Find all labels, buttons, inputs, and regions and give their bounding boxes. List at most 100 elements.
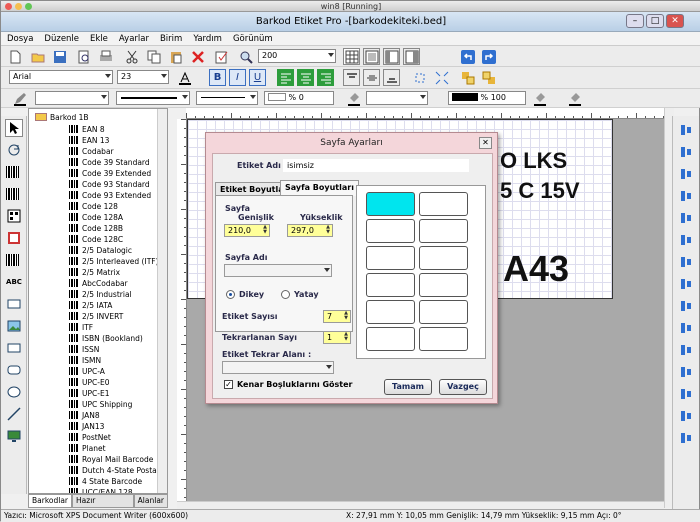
copy-icon[interactable] <box>145 48 162 65</box>
bg-bucket-icon[interactable] <box>531 90 548 107</box>
close-button[interactable]: ✕ <box>666 14 684 28</box>
redo-icon[interactable] <box>480 48 497 65</box>
align-tool-icon[interactable] <box>677 209 695 227</box>
tree-item[interactable]: UCC/EAN 128 <box>69 487 133 493</box>
zoom-dot-icon[interactable] <box>25 3 32 10</box>
view-mode-4-icon[interactable] <box>403 48 420 65</box>
zoom-icon[interactable] <box>237 48 254 65</box>
label-cell[interactable] <box>366 219 415 243</box>
close-dot-icon[interactable] <box>5 3 12 10</box>
align-tool-icon[interactable] <box>677 385 695 403</box>
align-tool-icon[interactable] <box>677 363 695 381</box>
italic-button[interactable]: I <box>229 69 246 86</box>
label-cell[interactable] <box>419 219 468 243</box>
menu-ekle[interactable]: Ekle <box>90 32 108 45</box>
datamatrix-tool-icon[interactable] <box>5 229 23 247</box>
align-tool-icon[interactable] <box>677 407 695 425</box>
align-tool-icon[interactable] <box>677 341 695 359</box>
menu-birim[interactable]: Birim <box>160 32 182 45</box>
print-icon[interactable] <box>97 48 114 65</box>
new-file-icon[interactable] <box>6 48 23 65</box>
align-tool-icon[interactable] <box>677 165 695 183</box>
menu-gorunum[interactable]: Görünüm <box>233 32 273 45</box>
align-tool-icon[interactable] <box>677 275 695 293</box>
text-tool-icon[interactable]: ABC <box>5 273 23 291</box>
tab-barkodlar[interactable]: Barkodlar <box>28 494 73 508</box>
align-tool-icon[interactable] <box>677 121 695 139</box>
align-tool-icon[interactable] <box>677 143 695 161</box>
pointer-tool-icon[interactable] <box>5 119 23 137</box>
menu-ayarlar[interactable]: Ayarlar <box>119 32 149 45</box>
repeat-input[interactable]: 1 ▲ ▼ <box>323 331 351 344</box>
label-cell[interactable] <box>366 246 415 270</box>
align-tool-icon[interactable] <box>677 187 695 205</box>
valign-middle-icon[interactable] <box>363 69 380 86</box>
canvas-horizontal-scrollbar[interactable] <box>177 501 664 509</box>
label-name-input[interactable]: isimsiz <box>283 159 469 172</box>
label-cell[interactable] <box>366 327 415 351</box>
rectangle-tool-icon[interactable] <box>5 339 23 357</box>
cut-icon[interactable] <box>123 48 140 65</box>
repeat-spinner-icon[interactable]: ▲ ▼ <box>342 332 350 343</box>
height-input[interactable]: 297,0 ▲ ▼ <box>287 224 333 237</box>
open-folder-icon[interactable] <box>29 48 46 65</box>
font-size-select[interactable]: 23 <box>117 70 169 84</box>
underline-button[interactable]: U <box>249 69 266 86</box>
rotate-tool-icon[interactable] <box>5 141 23 159</box>
maximize-button[interactable]: □ <box>646 14 664 28</box>
fit-icon[interactable] <box>433 69 450 86</box>
view-mode-2-icon[interactable] <box>363 48 380 65</box>
tab-page-sizes[interactable]: Sayfa Boyutları <box>280 180 359 196</box>
font-color-icon[interactable] <box>176 69 193 86</box>
fill-bucket-icon[interactable] <box>345 90 362 107</box>
label-cell[interactable] <box>366 300 415 324</box>
tab-alanlar[interactable]: Alanlar <box>133 494 168 508</box>
tree-scrollbar[interactable] <box>157 109 167 493</box>
grid-view-icon[interactable] <box>343 48 360 65</box>
bring-front-icon[interactable] <box>459 69 476 86</box>
menu-dosya[interactable]: Dosya <box>7 32 33 45</box>
label-cell[interactable] <box>419 300 468 324</box>
label-cell[interactable] <box>366 192 415 216</box>
text-frame-tool-icon[interactable] <box>5 295 23 313</box>
align-tool-icon[interactable] <box>677 253 695 271</box>
minimize-button[interactable]: – <box>626 14 644 28</box>
show-margins-checkbox[interactable]: ✓ <box>224 380 233 389</box>
paste-icon[interactable] <box>167 48 184 65</box>
menu-duzenle[interactable]: Düzenle <box>44 32 79 45</box>
fill-transparency-select[interactable]: % 0 <box>264 91 334 105</box>
bg-bucket-2-icon[interactable] <box>566 90 583 107</box>
ellipse-tool-icon[interactable] <box>5 383 23 401</box>
cancel-button[interactable]: Vazgeç <box>439 379 487 395</box>
label-count-spinner-icon[interactable]: ▲ ▼ <box>342 311 350 322</box>
height-spinner-icon[interactable]: ▲ ▼ <box>324 225 332 236</box>
valign-top-icon[interactable] <box>343 69 360 86</box>
tab-hazir-nesneler[interactable]: Hazır Nesneler <box>72 494 134 517</box>
barcode-2d-tool-icon[interactable] <box>5 251 23 269</box>
barcode-tool-2-icon[interactable] <box>5 185 23 203</box>
align-tool-icon[interactable] <box>677 319 695 337</box>
qr-tool-icon[interactable] <box>5 207 23 225</box>
landscape-radio[interactable] <box>281 290 290 299</box>
align-tool-icon[interactable] <box>677 297 695 315</box>
width-input[interactable]: 210,0 ▲ ▼ <box>224 224 270 237</box>
barcode-tool-icon[interactable] <box>5 163 23 181</box>
rounded-rect-tool-icon[interactable] <box>5 361 23 379</box>
minimize-dot-icon[interactable] <box>15 3 22 10</box>
delete-icon[interactable] <box>189 48 206 65</box>
save-icon[interactable] <box>51 48 68 65</box>
width-spinner-icon[interactable]: ▲ ▼ <box>261 225 269 236</box>
align-tool-icon[interactable] <box>677 231 695 249</box>
repeat-area-select[interactable] <box>222 361 334 374</box>
line-width-select[interactable] <box>116 91 190 105</box>
view-mode-3-icon[interactable] <box>383 48 400 65</box>
pen-icon[interactable] <box>11 90 28 107</box>
print-preview-icon[interactable] <box>75 48 92 65</box>
monitor-tool-icon[interactable] <box>5 427 23 445</box>
tree-root[interactable]: Barkod 1B <box>35 112 89 124</box>
canvas-text-3[interactable]: A43 <box>503 248 569 290</box>
bold-button[interactable]: B <box>209 69 226 86</box>
line-tool-icon[interactable] <box>5 405 23 423</box>
label-cell[interactable] <box>419 192 468 216</box>
font-name-select[interactable]: Arial <box>9 70 113 84</box>
